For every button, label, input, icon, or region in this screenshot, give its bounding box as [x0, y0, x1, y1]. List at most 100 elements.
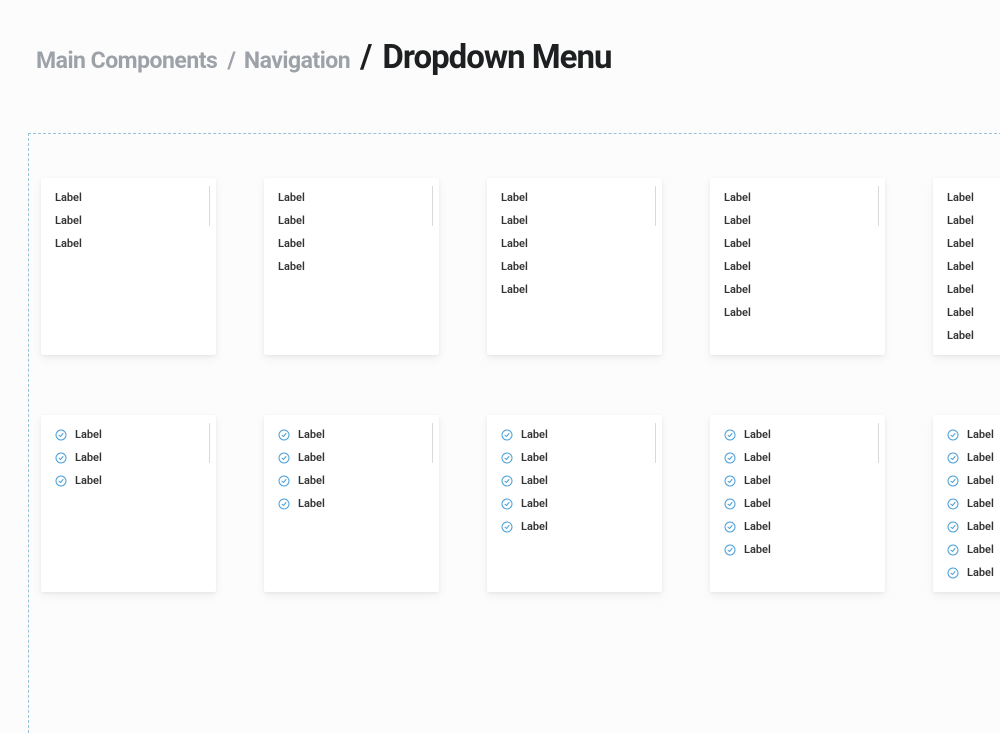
dropdown-item-label: Label [947, 191, 974, 204]
dropdown-item[interactable]: Label [935, 423, 1000, 446]
dropdown-item-label: Label [75, 451, 102, 464]
dropdown-item[interactable]: Label [712, 255, 883, 278]
dropdown-item[interactable]: Label [935, 492, 1000, 515]
dropdown-item[interactable]: Label [489, 186, 660, 209]
check-circle-icon [724, 452, 736, 464]
check-circle-icon [501, 475, 513, 487]
dropdown-item[interactable]: Label [712, 278, 883, 301]
check-circle-icon [947, 544, 959, 556]
dropdown-item[interactable]: Label [712, 469, 883, 492]
dropdown-item-label: Label [521, 497, 548, 510]
check-circle-icon [501, 429, 513, 441]
dropdown-item-label: Label [967, 428, 994, 441]
dropdown-item[interactable]: Label [489, 209, 660, 232]
dropdown-item[interactable]: Label [935, 469, 1000, 492]
dropdown-item-label: Label [521, 451, 548, 464]
dropdown-item[interactable]: Label [266, 232, 437, 255]
dropdown-item[interactable]: Label [43, 186, 214, 209]
dropdown-item[interactable]: Label [712, 423, 883, 446]
dropdown-item[interactable]: Label [266, 255, 437, 278]
dropdown-item[interactable]: Label [935, 324, 1000, 347]
dropdown-menu[interactable]: LabelLabelLabelLabelLabelLabelLabel [933, 415, 1000, 592]
dropdown-item[interactable]: Label [489, 278, 660, 301]
check-circle-icon [947, 452, 959, 464]
dropdown-item[interactable]: Label [935, 209, 1000, 232]
dropdown-item[interactable]: Label [266, 446, 437, 469]
dropdown-item[interactable]: Label [266, 469, 437, 492]
crumb-separator: / [360, 38, 372, 77]
dropdown-item[interactable]: Label [935, 561, 1000, 584]
dropdown-menu[interactable]: Label Label Label Label Label [487, 415, 662, 592]
check-circle-icon [278, 452, 290, 464]
dropdown-menu[interactable]: LabelLabelLabelLabelLabelLabel [710, 178, 885, 355]
dropdown-item[interactable]: Label [712, 209, 883, 232]
dropdown-item[interactable]: Label [712, 186, 883, 209]
dropdown-item[interactable]: Label [43, 423, 214, 446]
dropdown-item[interactable]: Label [489, 423, 660, 446]
dropdown-item[interactable]: Label [712, 232, 883, 255]
dropdown-menu[interactable]: LabelLabelLabelLabelLabel [487, 178, 662, 355]
scrollbar-indicator [655, 423, 656, 463]
dropdown-item-label: Label [521, 428, 548, 441]
dropdown-item[interactable]: Label [935, 446, 1000, 469]
dropdown-item[interactable]: Label [935, 186, 1000, 209]
check-circle-icon [278, 498, 290, 510]
dropdown-item[interactable]: Label [43, 232, 214, 255]
dropdown-item-label: Label [75, 428, 102, 441]
crumb-navigation[interactable]: Navigation [244, 47, 350, 74]
dropdown-menu[interactable]: Label Label Label [41, 415, 216, 592]
dropdown-item[interactable]: Label [935, 255, 1000, 278]
dropdown-item-label: Label [724, 283, 751, 296]
dropdown-item-label: Label [278, 260, 305, 273]
scrollbar-indicator [209, 423, 210, 463]
scrollbar-indicator [432, 423, 433, 463]
dropdown-item[interactable]: Label [935, 232, 1000, 255]
dropdown-item[interactable]: Label [712, 515, 883, 538]
dropdown-item[interactable]: Label [489, 446, 660, 469]
check-circle-icon [724, 544, 736, 556]
dropdown-item-label: Label [947, 306, 974, 319]
dropdown-menu[interactable]: Label Label Label Label [264, 415, 439, 592]
dropdown-item[interactable]: Label [266, 186, 437, 209]
dropdown-item[interactable]: Label [266, 423, 437, 446]
dropdown-item-label: Label [278, 214, 305, 227]
dropdown-item[interactable]: Label [712, 492, 883, 515]
dropdown-item-label: Label [298, 497, 325, 510]
dropdown-item[interactable]: Label [935, 538, 1000, 561]
dropdown-item[interactable]: Label [489, 232, 660, 255]
dropdown-menu[interactable]: LabelLabelLabelLabelLabelLabelLabel [933, 178, 1000, 355]
check-circle-icon [947, 498, 959, 510]
dropdown-item[interactable]: Label [43, 469, 214, 492]
check-circle-icon [501, 452, 513, 464]
dropdown-item[interactable]: Label [489, 515, 660, 538]
dropdown-item[interactable]: Label [935, 515, 1000, 538]
dropdown-item-label: Label [278, 191, 305, 204]
dropdown-item[interactable]: Label [712, 301, 883, 324]
dropdown-item-label: Label [967, 474, 994, 487]
dropdown-item-label: Label [55, 191, 82, 204]
dropdown-menu[interactable]: Label Label Label Label [264, 178, 439, 355]
crumb-main-components[interactable]: Main Components [36, 47, 217, 74]
dropdown-item[interactable]: Label [935, 278, 1000, 301]
dropdown-item-label: Label [298, 428, 325, 441]
dropdown-menu[interactable]: LabelLabelLabel [41, 178, 216, 355]
dropdown-item-label: Label [744, 520, 771, 533]
dropdown-item[interactable]: Label [266, 209, 437, 232]
dropdown-item[interactable]: Label [935, 301, 1000, 324]
dropdown-item[interactable]: Label [266, 492, 437, 515]
dropdown-menu[interactable]: LabelLabelLabelLabelLabelLabel [710, 415, 885, 592]
dropdown-item[interactable]: Label [489, 492, 660, 515]
dropdown-item[interactable]: Label [489, 255, 660, 278]
dropdown-item-label: Label [298, 451, 325, 464]
dropdown-item[interactable]: Label [489, 469, 660, 492]
dropdown-item-label: Label [501, 214, 528, 227]
check-circle-icon [278, 475, 290, 487]
check-circle-icon [724, 475, 736, 487]
dropdown-item[interactable]: Label [712, 446, 883, 469]
dropdown-item[interactable]: Label [43, 209, 214, 232]
check-circle-icon [278, 429, 290, 441]
dropdown-item[interactable]: Label [43, 446, 214, 469]
dropdown-item[interactable]: Label [712, 538, 883, 561]
dropdown-item-label: Label [967, 497, 994, 510]
dropdown-item-label: Label [744, 474, 771, 487]
